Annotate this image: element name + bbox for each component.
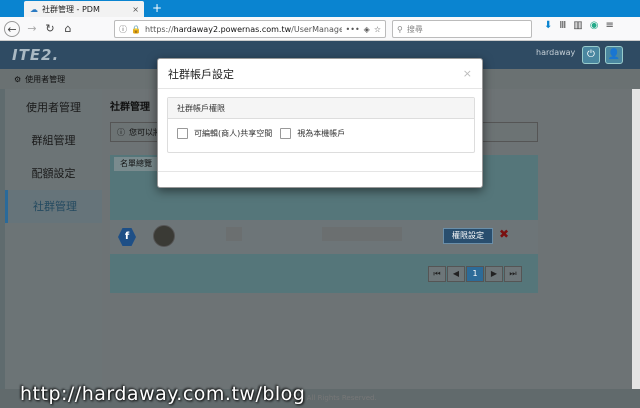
first-page-button[interactable]: ⏮ — [428, 266, 446, 282]
local-account-label: 視為本機帳戶 — [297, 129, 346, 138]
menu-icon[interactable]: ≡ — [605, 20, 613, 31]
permission-options: 可編輯(商人)共享空間 視為本機帳戶 — [177, 128, 345, 139]
browser-tab[interactable]: ☁ 社群管理 - PDM × — [24, 1, 144, 17]
scrollbar[interactable] — [632, 89, 640, 389]
url-bar[interactable]: ⓘ 🔒 https://hardaway2.powernas.com.tw/Us… — [114, 20, 386, 38]
breadcrumb-label: 使用者管理 — [25, 74, 66, 84]
social-account-modal: 社群帳戶設定 × 社群帳戶權限 可編輯(商人)共享空間 視為本機帳戶 — [157, 58, 483, 188]
bookmark-star-icon[interactable]: ☆ — [374, 25, 381, 34]
username: hardaway — [536, 48, 576, 57]
delete-icon[interactable]: ✖ — [499, 227, 509, 241]
modal-close-icon[interactable]: × — [463, 67, 472, 80]
search-bar[interactable]: ⚲ 搜尋 — [392, 20, 532, 38]
pocket-icon[interactable]: ◈ — [364, 25, 370, 34]
redacted-account — [322, 227, 402, 241]
redacted-name — [226, 227, 242, 241]
last-page-button[interactable]: ⏭ — [504, 266, 522, 282]
avatar — [153, 225, 175, 247]
tab-title: 社群管理 - PDM — [42, 4, 100, 14]
brand-logo: ITE2. — [12, 46, 60, 64]
library-icon[interactable]: Ⅲ — [559, 20, 566, 31]
power-icon[interactable]: ⏻ — [582, 46, 600, 64]
search-placeholder: 搜尋 — [406, 24, 423, 34]
permission-section: 社群帳戶權限 可編輯(商人)共享空間 視為本機帳戶 — [167, 97, 475, 153]
lock-icon[interactable]: 🔒 — [131, 25, 141, 34]
sidebar-item-quota[interactable]: 配額設定 — [5, 157, 102, 190]
modal-footer-divider — [158, 171, 482, 172]
sidebar-item-users[interactable]: 使用者管理 — [5, 91, 102, 124]
url-scheme: https:// — [144, 24, 174, 34]
sidebar-item-groups[interactable]: 群組管理 — [5, 124, 102, 157]
sidebar-item-social[interactable]: 社群管理 — [5, 190, 102, 223]
page-title: 社群管理 — [110, 102, 150, 113]
permission-settings-button[interactable]: 權限設定 — [443, 228, 493, 244]
pagination: ⏮ ◀ 1 ▶ ⏭ — [428, 266, 522, 282]
home-icon[interactable]: ⌂ — [60, 21, 76, 37]
info-icon[interactable]: ⓘ — [119, 24, 127, 35]
extension-icon[interactable]: ◉ — [590, 20, 599, 31]
watermark: http://hardaway.com.tw/blog — [20, 383, 306, 405]
forward-icon[interactable]: → — [24, 21, 40, 37]
gear-icon: ⚙ — [14, 74, 22, 84]
modal-header: 社群帳戶設定 × — [158, 59, 482, 89]
edit-shared-space-checkbox[interactable] — [177, 128, 188, 139]
download-icon[interactable]: ⬇ — [544, 20, 552, 31]
search-icon: ⚲ — [397, 24, 403, 34]
reload-icon[interactable]: ↻ — [42, 21, 58, 37]
back-icon[interactable]: ← — [4, 21, 20, 37]
modal-title: 社群帳戶設定 — [168, 67, 234, 81]
next-page-button[interactable]: ▶ — [485, 266, 503, 282]
permission-section-title: 社群帳戶權限 — [168, 98, 474, 119]
local-account-checkbox[interactable] — [280, 128, 292, 139]
cloud-icon: ☁ — [30, 4, 38, 14]
toolbar-icons: ⬇ Ⅲ ▥ ◉ ≡ — [544, 20, 614, 31]
page-actions-icon[interactable]: ••• — [346, 25, 360, 34]
current-page-button[interactable]: 1 — [466, 266, 484, 282]
info-circle-icon: ⓘ — [117, 127, 125, 137]
url-path: /UserManage... — [291, 24, 342, 34]
prev-page-button[interactable]: ◀ — [447, 266, 465, 282]
edit-shared-space-label: 可編輯(商人)共享空間 — [194, 129, 273, 138]
sidebar-icon[interactable]: ▥ — [573, 20, 582, 31]
new-tab-button[interactable]: + — [150, 0, 164, 17]
url-host: hardaway2.powernas.com.tw — [173, 24, 292, 34]
user-profile-icon[interactable]: 👤 — [605, 46, 623, 64]
close-tab-icon[interactable]: × — [132, 5, 139, 14]
